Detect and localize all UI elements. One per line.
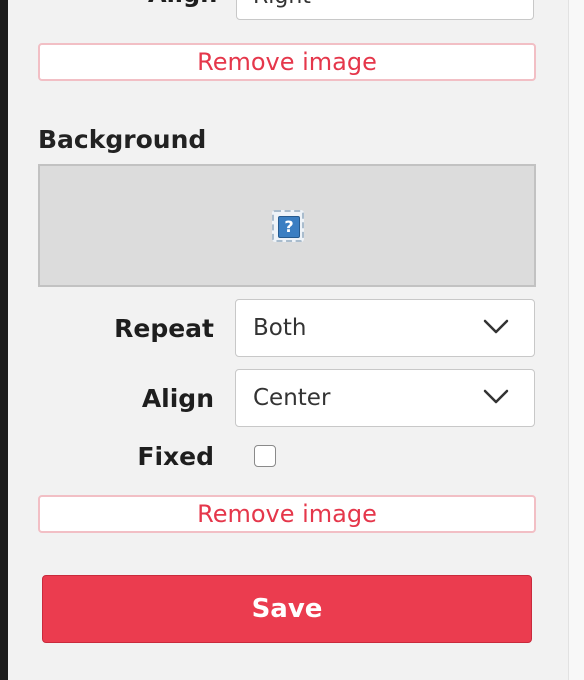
repeat-value: Both (253, 315, 307, 341)
chevron-down-icon (483, 389, 509, 404)
image-align-label: Align (148, 0, 217, 10)
remove-background-image-button[interactable]: Remove image (38, 495, 536, 533)
repeat-label: Repeat (114, 314, 214, 343)
repeat-select[interactable]: Both (235, 299, 535, 357)
align-value: Center (253, 385, 331, 411)
background-preview: ? (38, 164, 536, 287)
chevron-down-icon (483, 319, 509, 334)
image-align-select[interactable]: Right (236, 0, 534, 20)
image-align-value: Right (253, 0, 311, 11)
fixed-label: Fixed (137, 442, 214, 471)
remove-image-button[interactable]: Remove image (38, 43, 536, 81)
scrollbar-track[interactable] (568, 0, 584, 680)
align-label: Align (141, 384, 214, 413)
left-edge-border (0, 0, 8, 680)
fixed-checkbox[interactable] (254, 445, 276, 467)
save-button[interactable]: Save (42, 575, 532, 643)
background-section-title: Background (38, 125, 207, 154)
broken-image-icon: ? (272, 210, 304, 242)
align-select[interactable]: Center (235, 369, 535, 427)
